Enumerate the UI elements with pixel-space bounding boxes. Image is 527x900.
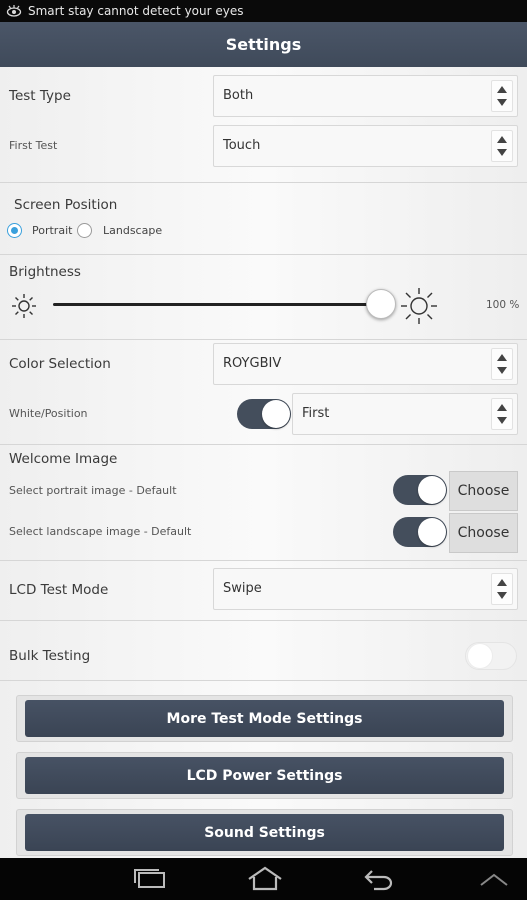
screen-position-label: Screen Position [14, 197, 118, 213]
brightness-value: 100 % [486, 299, 520, 311]
spinner-arrows-icon[interactable] [491, 398, 513, 430]
bulk-testing-label: Bulk Testing [9, 648, 91, 664]
divider [0, 182, 527, 183]
back-icon[interactable] [362, 867, 396, 891]
lcd-test-mode-label: LCD Test Mode [9, 582, 109, 598]
welcome-image-label: Welcome Image [9, 451, 118, 467]
status-bar: Smart stay cannot detect your eyes [0, 0, 527, 22]
first-test-spinner[interactable]: Touch [213, 125, 518, 167]
spinner-arrows-icon[interactable] [491, 348, 513, 380]
brightness-label: Brightness [9, 264, 81, 280]
divider [0, 444, 527, 445]
divider [0, 560, 527, 561]
divider [0, 680, 527, 681]
color-selection-label: Color Selection [9, 356, 111, 372]
first-test-label: First Test [9, 139, 58, 152]
brightness-slider-thumb[interactable] [366, 289, 396, 319]
landscape-radio[interactable] [77, 223, 92, 238]
test-type-label: Test Type [9, 88, 71, 104]
spinner-arrows-icon[interactable] [491, 130, 513, 162]
white-position-label: White/Position [9, 407, 88, 420]
navigation-bar [0, 858, 527, 900]
sun-low-icon [12, 294, 36, 318]
lcd-power-wrap: LCD Power Settings [16, 752, 513, 799]
color-selection-spinner[interactable]: ROYGBIV [213, 343, 518, 385]
portrait-image-label: Select portrait image - Default [9, 484, 177, 497]
sound-wrap: Sound Settings [16, 809, 513, 856]
more-test-mode-wrap: More Test Mode Settings [16, 695, 513, 742]
white-position-spinner[interactable]: First [292, 393, 518, 435]
divider [0, 254, 527, 255]
eye-icon [6, 5, 22, 17]
test-type-value: Both [223, 88, 254, 103]
bulk-testing-toggle[interactable] [465, 642, 517, 670]
action-bar: Settings [0, 22, 527, 67]
white-position-value: First [302, 406, 330, 421]
divider [0, 339, 527, 340]
spinner-arrows-icon[interactable] [491, 80, 513, 112]
landscape-image-label: Select landscape image - Default [9, 525, 192, 538]
choose-portrait-button[interactable]: Choose [449, 471, 518, 511]
home-icon[interactable] [246, 866, 284, 892]
brightness-track[interactable] [53, 303, 385, 306]
status-text: Smart stay cannot detect your eyes [28, 4, 244, 18]
lcd-power-settings-button[interactable]: LCD Power Settings [25, 757, 504, 794]
sound-settings-button[interactable]: Sound Settings [25, 814, 504, 851]
portrait-label: Portrait [32, 224, 73, 237]
up-chevron-icon[interactable] [478, 872, 510, 888]
lcd-test-mode-spinner[interactable]: Swipe [213, 568, 518, 610]
sun-high-icon [401, 288, 437, 324]
portrait-image-toggle[interactable] [393, 475, 447, 505]
choose-landscape-button[interactable]: Choose [449, 513, 518, 553]
test-type-spinner[interactable]: Both [213, 75, 518, 117]
divider [0, 620, 527, 621]
landscape-image-toggle[interactable] [393, 517, 447, 547]
first-test-value: Touch [223, 138, 261, 153]
lcd-test-mode-value: Swipe [223, 581, 262, 596]
portrait-radio[interactable] [7, 223, 22, 238]
page-title: Settings [225, 35, 302, 54]
landscape-label: Landscape [103, 224, 163, 237]
color-selection-value: ROYGBIV [223, 356, 282, 371]
spinner-arrows-icon[interactable] [491, 573, 513, 605]
more-test-mode-settings-button[interactable]: More Test Mode Settings [25, 700, 504, 737]
white-position-toggle[interactable] [237, 399, 291, 429]
recent-apps-icon[interactable] [132, 868, 168, 890]
settings-list[interactable]: Test Type Both First Test Touch Screen P… [0, 67, 527, 858]
